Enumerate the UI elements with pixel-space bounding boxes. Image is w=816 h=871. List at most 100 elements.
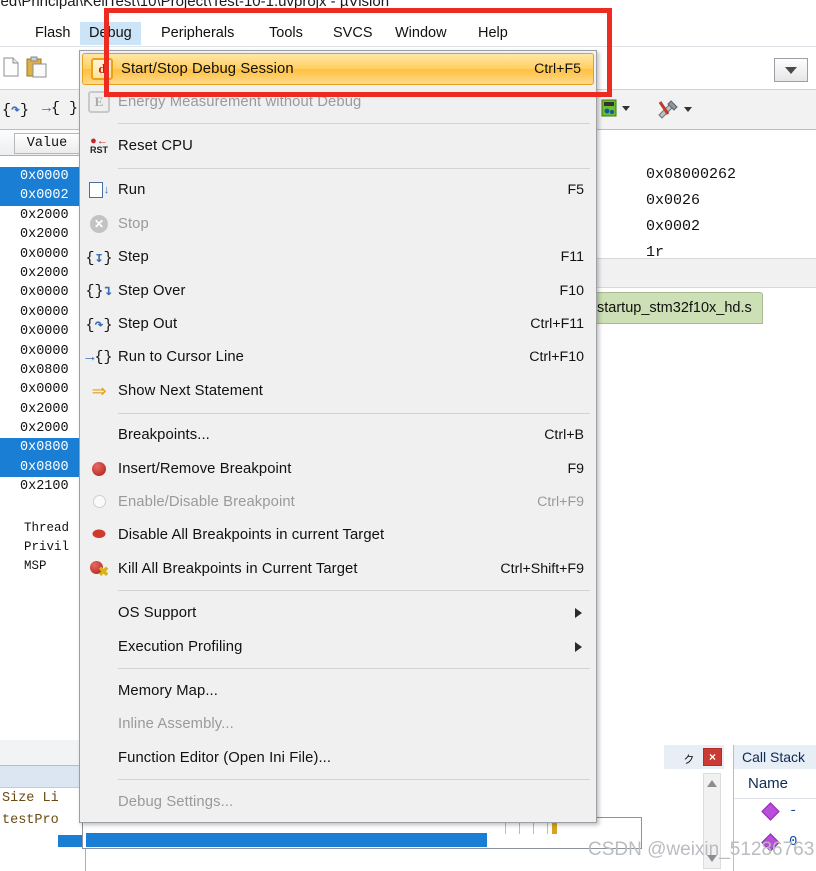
editor-tab-startup-file[interactable]: startup_stm32f10x_hd.s: [586, 292, 763, 324]
register-row[interactable]: 0x0000: [0, 322, 85, 341]
menu-item-reset-cpu[interactable]: ●← RST Reset CPU: [80, 129, 596, 162]
menu-item-label: Stop: [118, 215, 149, 232]
register-row[interactable]: 0x2000: [0, 400, 85, 419]
register-row[interactable]: 0x0000: [0, 303, 85, 322]
menubar-item-help[interactable]: Help: [469, 22, 517, 45]
menu-item-shortcut: F10: [559, 282, 584, 299]
breakpoint-icon: [92, 461, 106, 476]
menu-item-label: Enable/Disable Breakpoint: [118, 493, 295, 510]
build-output-panel: Size Li testPro: [0, 740, 88, 871]
reset-cpu-icon: ●← RST: [90, 135, 108, 156]
menu-separator: [118, 779, 590, 781]
register-row[interactable]: 0x0800: [0, 361, 85, 380]
title-bar: ...ed\Principal\KeilTest\10\Project\Test…: [0, 0, 816, 17]
step-icon-slot: {↧}: [80, 241, 118, 274]
show-next-statement-icon: ⇒: [91, 380, 107, 401]
register-row[interactable]: 0x0000: [0, 283, 85, 302]
menu-item-os-support[interactable]: OS Support: [80, 596, 596, 629]
register-row[interactable]: 0x0000: [0, 380, 85, 399]
menubar-item-svcs[interactable]: SVCS: [324, 22, 382, 45]
build-target-icon[interactable]: [600, 98, 630, 118]
menu-item-execution-profiling[interactable]: Execution Profiling: [80, 630, 596, 663]
register-row[interactable]: 0x0800: [0, 457, 85, 478]
run-icon: ↓: [88, 182, 109, 199]
menu-item-shortcut: Ctrl+Shift+F9: [500, 560, 584, 577]
menubar-item-flash[interactable]: Flash: [26, 22, 79, 45]
menu-item-label: Breakpoints...: [118, 427, 210, 444]
run-to-cursor-icon: →{}: [85, 348, 113, 366]
editor-divider: [586, 258, 816, 288]
menu-item-label: Execution Profiling: [118, 638, 243, 655]
call-stack-column-name[interactable]: Name: [734, 769, 816, 799]
menu-item-insert-remove-breakpoint[interactable]: Insert/Remove Breakpoint F9: [80, 452, 596, 485]
menu-item-kill-all-breakpoints-in-current-target[interactable]: ✖ Kill All Breakpoints in Current Target C…: [80, 552, 596, 585]
register-mode-row[interactable]: MSP: [0, 557, 85, 576]
register-row[interactable]: 0x0000: [0, 167, 85, 187]
pin-icon[interactable]: ㇰ: [680, 748, 698, 766]
menu-item-label: Run: [118, 182, 146, 199]
run-icon-slot: ↓: [80, 174, 118, 207]
menu-item-step[interactable]: {↧} Step F11: [80, 241, 596, 274]
call-stack-row[interactable]: -: [734, 799, 816, 830]
menubar-item-peripherals[interactable]: Peripherals: [152, 22, 243, 45]
chevron-down-icon: [622, 105, 630, 111]
menubar-item-window[interactable]: Window: [386, 22, 456, 45]
menu-item-step-over[interactable]: {}↴ Step Over F10: [80, 274, 596, 307]
menu-separator: [118, 668, 590, 670]
menu-item-show-next-statement[interactable]: ⇒ Show Next Statement: [80, 374, 596, 407]
configure-tools-icon[interactable]: [656, 98, 692, 120]
menu-item-step-out[interactable]: {↷} Step Out Ctrl+F11: [80, 307, 596, 340]
menu-icon-slot: [80, 630, 118, 663]
stop-icon: ✕: [90, 214, 108, 233]
paste-icon[interactable]: [26, 56, 48, 78]
menu-item-shortcut: F5: [567, 182, 584, 199]
disable-all-breakpoints-icon-slot: ⬬: [80, 519, 118, 552]
menu-icon-slot: [80, 708, 118, 741]
menu-separator: [118, 412, 590, 414]
column-header-value[interactable]: Value: [14, 133, 80, 154]
watermark-text: CSDN @weixin_51286763: [588, 839, 815, 860]
menu-item-start-stop-debug-session[interactable]: d Start/Stop Debug Session Ctrl+F5: [82, 53, 594, 85]
step-over-icon: {}↴: [85, 283, 113, 301]
call-stack-node-icon: [761, 802, 780, 821]
menu-item-breakpoints[interactable]: Breakpoints... Ctrl+B: [80, 419, 596, 452]
scroll-up-arrow-icon[interactable]: [707, 780, 717, 787]
register-row[interactable]: 0x2000: [0, 264, 85, 283]
menu-item-function-editor-open-ini-file[interactable]: Function Editor (Open Ini File)...: [80, 741, 596, 774]
menu-item-label: Kill All Breakpoints in Current Target: [118, 560, 358, 577]
register-row[interactable]: 0x2000: [0, 225, 85, 244]
register-row[interactable]: 0x2000: [0, 419, 85, 438]
register-row[interactable]: 0x0000: [0, 245, 85, 264]
call-stack-title: Call Stack: [734, 745, 816, 769]
menu-item-memory-map[interactable]: Memory Map...: [80, 674, 596, 707]
registers-header: Value: [0, 130, 85, 156]
menubar-item-debug[interactable]: Debug: [80, 22, 141, 45]
menu-item-disable-all-breakpoints-in-current-target[interactable]: ⬬ Disable All Breakpoints in current Targ…: [80, 519, 596, 552]
step-out-toolbar-icon[interactable]: {↷}: [2, 100, 29, 119]
step-over-icon-slot: {}↴: [80, 274, 118, 307]
menu-icon-slot: [80, 741, 118, 774]
stop-icon-slot: ✕: [80, 207, 118, 240]
build-output-rows: Size Li testPro: [0, 788, 85, 832]
register-row[interactable]: 0x0002: [0, 186, 85, 206]
menu-item-run-to-cursor-line[interactable]: →{} Run to Cursor Line Ctrl+F10: [80, 341, 596, 374]
breakpoint-icon-slot: [80, 452, 118, 485]
register-row[interactable]: 0x0800: [0, 438, 85, 458]
build-output-row: Size Li: [2, 791, 59, 806]
new-file-icon[interactable]: [2, 57, 20, 77]
register-row[interactable]: 0x2000: [0, 206, 85, 225]
show-next-statement-icon-slot: ⇒: [80, 374, 118, 407]
run-to-cursor-toolbar-icon[interactable]: →{ }: [42, 100, 78, 117]
step-out-icon: {↷}: [85, 316, 113, 334]
breakpoint-disabled-icon: [92, 495, 106, 509]
menu-item-run[interactable]: ↓ Run F5: [80, 174, 596, 207]
register-row[interactable]: 0x0000: [0, 342, 85, 361]
menu-item-shortcut: F11: [560, 249, 584, 266]
register-mode-row[interactable]: Thread: [0, 519, 85, 538]
menubar-item-tools[interactable]: Tools: [260, 22, 312, 45]
close-icon[interactable]: ×: [703, 748, 722, 766]
register-row[interactable]: 0x2100: [0, 477, 85, 496]
target-select-dropdown[interactable]: [774, 58, 808, 82]
kill-all-breakpoints-icon: ✖: [90, 560, 109, 579]
register-mode-row[interactable]: Privil: [0, 538, 85, 557]
